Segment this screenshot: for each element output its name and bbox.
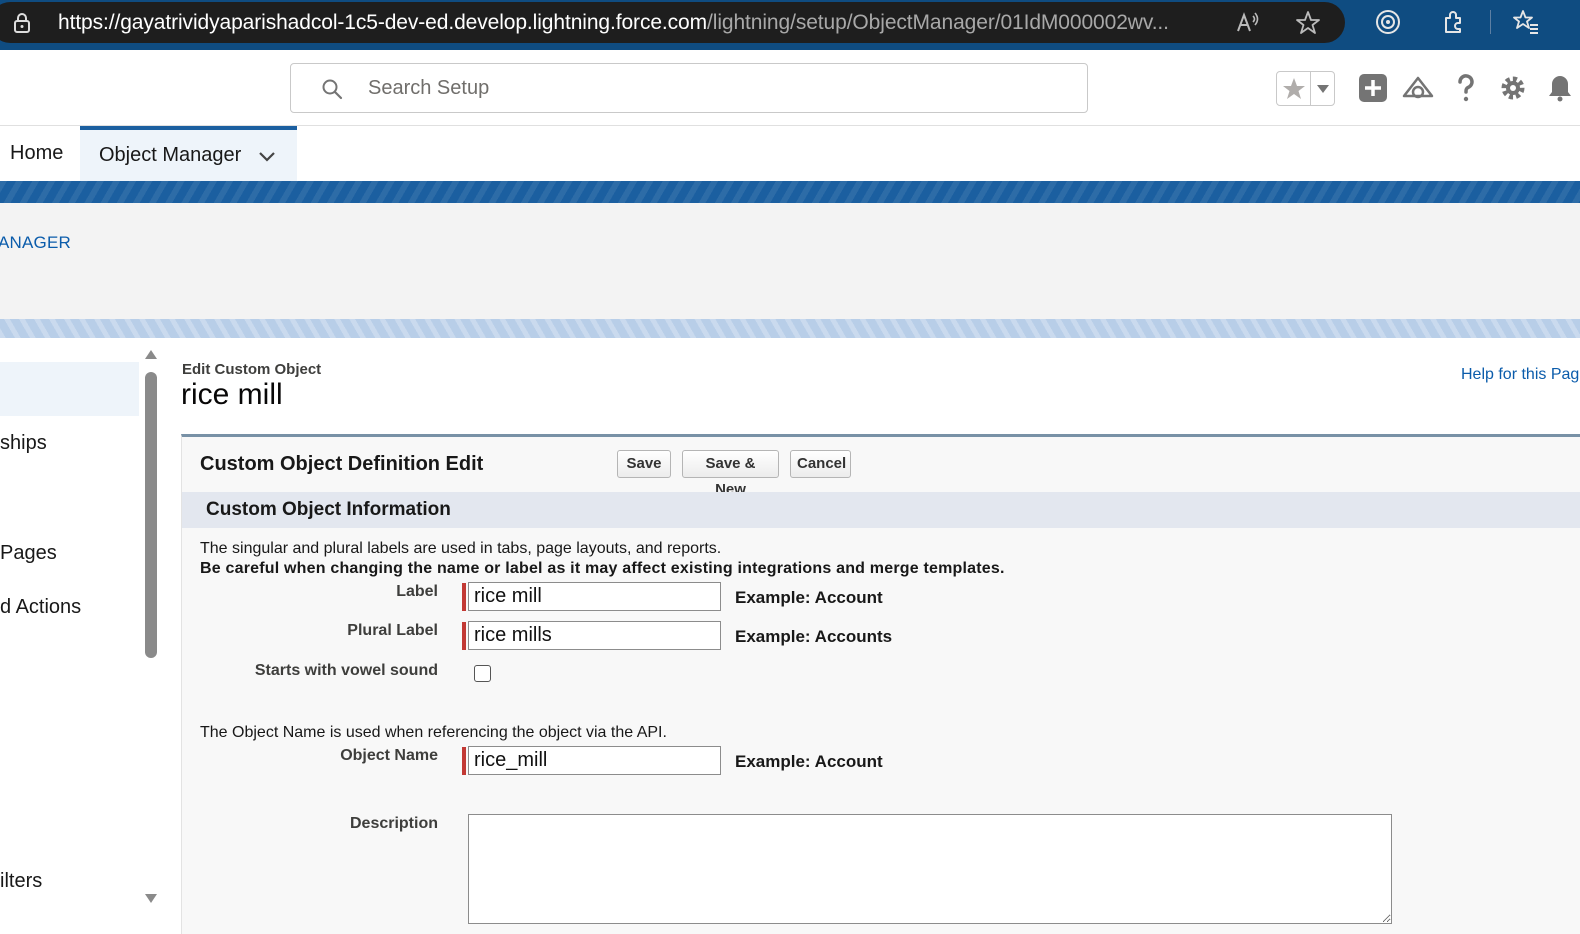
favorites-group (1276, 71, 1335, 106)
decorative-band (0, 319, 1580, 338)
save-button[interactable]: Save (617, 450, 671, 478)
labels-warning-text: Be careful when changing the name or lab… (200, 560, 1005, 577)
scrollbar-thumb[interactable] (145, 372, 157, 658)
plural-label-example: Example: Accounts (735, 627, 893, 646)
favorite-star-icon[interactable] (1281, 76, 1307, 102)
required-indicator (462, 747, 466, 775)
read-aloud-icon[interactable] (1235, 10, 1261, 36)
favorite-star-icon[interactable] (1295, 10, 1321, 36)
section-header: Custom Object Information (182, 492, 1580, 528)
api-info-text: The Object Name is used when referencing… (200, 724, 667, 741)
toolbar-divider (1490, 10, 1491, 34)
trailhead-icon[interactable] (1402, 72, 1434, 104)
object-name-example: Example: Account (735, 752, 883, 771)
header-band (0, 181, 1580, 203)
scroll-down-arrow-icon[interactable] (144, 893, 158, 905)
help-icon[interactable] (1450, 72, 1482, 104)
object-sidebar: ships Pages d Actions ilters (0, 338, 162, 913)
definition-edit-block: Custom Object Definition Edit Save Save … (181, 434, 1580, 934)
tracking-prevention-icon[interactable] (1374, 8, 1402, 36)
band-pattern (0, 181, 1580, 203)
description-field-label: Description (349, 815, 438, 832)
setup-nav: Home Object Manager (0, 126, 1580, 181)
label-input[interactable] (468, 582, 721, 611)
global-actions-icon[interactable] (1357, 72, 1389, 104)
search-input[interactable]: Search Setup (368, 77, 489, 100)
breadcrumb[interactable]: ANAGER (0, 233, 71, 253)
section-title: Custom Object Information (206, 499, 451, 520)
main-content: Edit Custom Object rice mill Help for th… (162, 338, 1580, 934)
labels-info-text: The singular and plural labels are used … (200, 540, 722, 557)
sidebar-item-relationships[interactable]: ships (0, 432, 47, 455)
object-name-field-label: Object Name (340, 747, 438, 764)
page-header-area: ANAGER (0, 203, 1580, 319)
tab-object-manager-label: Object Manager (99, 144, 242, 166)
scroll-up-arrow-icon[interactable] (144, 348, 158, 360)
help-link[interactable]: Help for this Pag (1461, 366, 1579, 384)
search-setup-box[interactable]: Search Setup (290, 63, 1088, 113)
search-icon (322, 79, 343, 100)
extensions-icon[interactable] (1440, 8, 1468, 36)
sidebar-item-actions[interactable]: d Actions (0, 596, 81, 619)
sidebar-item-pages[interactable]: Pages (0, 542, 57, 565)
tab-object-manager[interactable]: Object Manager (80, 126, 297, 181)
favorites-divider (1310, 72, 1311, 105)
plural-label-input[interactable] (468, 621, 721, 650)
sidebar-item-filters[interactable]: ilters (0, 870, 42, 893)
browser-toolbar: https://gayatrividyaparishadcol-1c5-dev-… (0, 0, 1580, 50)
notifications-bell-icon[interactable] (1544, 72, 1576, 104)
plural-label-field-label: Plural Label (347, 622, 438, 639)
label-example: Example: Account (735, 588, 883, 607)
cancel-button[interactable]: Cancel (790, 450, 851, 478)
url-path: /lightning/setup/ObjectManager/01IdM0000… (707, 11, 1169, 34)
page-title: rice mill (181, 378, 283, 411)
label-field-label: Label (396, 583, 438, 600)
chevron-down-icon[interactable] (1315, 82, 1331, 96)
tab-home[interactable]: Home (10, 142, 63, 165)
description-textarea[interactable] (468, 814, 1392, 924)
save-new-button[interactable]: Save & New (682, 450, 779, 498)
favorites-icon[interactable] (1512, 8, 1540, 36)
lock-icon[interactable] (12, 13, 32, 33)
sidebar-item-selected[interactable] (0, 362, 139, 416)
object-name-input[interactable] (468, 746, 721, 775)
address-bar[interactable]: https://gayatrividyaparishadcol-1c5-dev-… (0, 2, 1345, 43)
vowel-sound-checkbox[interactable] (474, 665, 491, 682)
url-host: https://gayatrividyaparishadcol-1c5-dev-… (58, 11, 708, 34)
setup-gear-icon[interactable] (1497, 72, 1529, 104)
required-indicator (462, 583, 466, 611)
chevron-down-icon[interactable] (257, 150, 277, 164)
vowel-sound-label: Starts with vowel sound (254, 662, 438, 679)
block-title: Custom Object Definition Edit (200, 453, 484, 475)
page-kicker: Edit Custom Object (182, 361, 322, 378)
global-header: Search Setup (0, 50, 1580, 126)
band-pattern (0, 319, 1580, 338)
required-indicator (462, 622, 466, 650)
url-text[interactable]: https://gayatrividyaparishadcol-1c5-dev-… (58, 11, 1169, 35)
